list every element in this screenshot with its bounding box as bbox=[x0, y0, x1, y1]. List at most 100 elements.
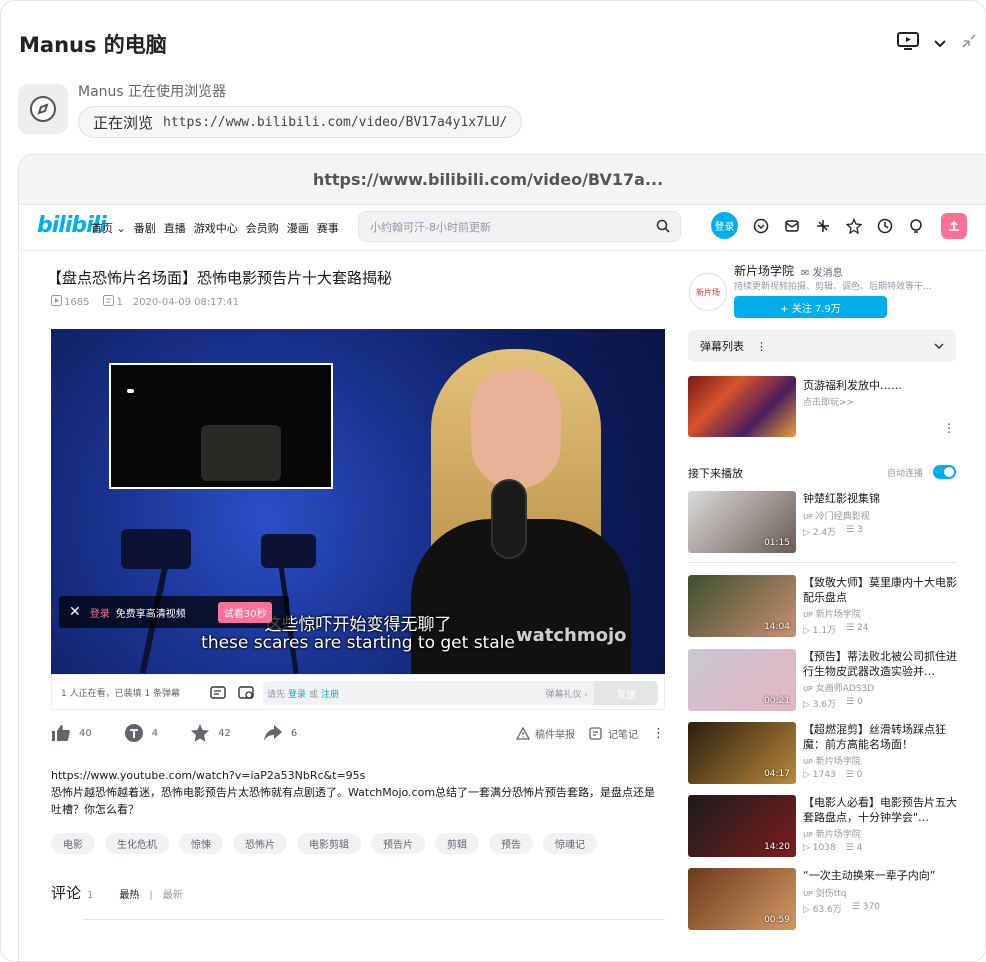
tag[interactable]: 恐怖片 bbox=[233, 833, 287, 854]
views-value: 1743 bbox=[812, 770, 836, 780]
recommend-author[interactable]: ᴜᴘ 冷门经典影视 bbox=[803, 509, 870, 522]
recommend-item[interactable]: 00:59 “一次主动换来一辈子内向” ᴜᴘ 剑伤ttq ▷ 63.6万 ☰ 370 bbox=[688, 868, 958, 930]
recommend-author[interactable]: ᴜᴘ 新片场学院 bbox=[803, 827, 861, 840]
favorite-icon[interactable] bbox=[845, 217, 863, 235]
danmaku-settings-icon[interactable] bbox=[238, 686, 254, 703]
avatar-text: 新片场 bbox=[696, 287, 720, 297]
danmaku-value: 4 bbox=[856, 843, 863, 853]
tag[interactable]: 电影剪辑 bbox=[297, 833, 361, 854]
recommend-thumbnail[interactable]: 01:15 bbox=[688, 491, 796, 553]
tag[interactable]: 剪辑 bbox=[435, 833, 479, 854]
divider bbox=[83, 919, 665, 920]
vip-icon[interactable] bbox=[752, 217, 770, 235]
uploader-avatar[interactable]: 新片场 bbox=[689, 273, 727, 311]
recommend-thumbnail[interactable]: 14:04 bbox=[688, 575, 796, 637]
recommend-title[interactable]: 钟楚红影视集锦 bbox=[803, 491, 958, 506]
trial-button[interactable]: 试看30秒 bbox=[217, 601, 273, 623]
chevron-down-icon[interactable] bbox=[933, 34, 947, 53]
ad-title[interactable]: 页游福利发放中…… bbox=[803, 377, 902, 393]
uploader-name[interactable]: 新片场学院 bbox=[734, 262, 794, 279]
recommend-title[interactable]: 【超燃混剪】丝滑转场踩点狂魔：前方高能名场面！ bbox=[803, 722, 958, 752]
agent-action-pill: 正在浏览 https://www.bilibili.com/video/BV17… bbox=[78, 106, 523, 138]
danmaku-count-icon bbox=[103, 295, 115, 309]
share-button[interactable]: 6 bbox=[263, 724, 297, 742]
coin-button[interactable]: 4 bbox=[124, 723, 158, 743]
report-button[interactable]: 稿件举报 bbox=[516, 726, 575, 741]
video-player[interactable]: 这些惊吓开始变得无聊了 these scares are starting to… bbox=[51, 329, 665, 674]
recommend-title[interactable]: “一次主动换来一辈子内向” bbox=[803, 868, 958, 883]
coin-count: 4 bbox=[151, 727, 159, 739]
danmaku-toggle-icon[interactable] bbox=[210, 686, 226, 703]
tag[interactable]: 电影 bbox=[51, 833, 95, 854]
recommend-item[interactable]: 14:04 【致敬大师】莫里康内十大电影配乐盘点 ᴜᴘ 新片场学院 ▷ 1.1万 ☰ 2… bbox=[688, 575, 958, 637]
recommend-author[interactable]: ᴜᴘ 女画师ADS3D bbox=[803, 681, 874, 694]
recommend-item[interactable]: 14:20 【电影人必看】电影预告片五大套路盘点，十分钟学会"… ᴜᴘ 新片场学院 ▷… bbox=[688, 795, 958, 857]
recommend-title[interactable]: 【预告】蒂法败北被公司抓住进行生物皮武器改造实验并… bbox=[803, 649, 958, 679]
nav-link[interactable]: 番剧 bbox=[134, 220, 156, 236]
notes-button[interactable]: 记笔记 bbox=[589, 726, 638, 741]
like-button[interactable]: 40 bbox=[51, 724, 92, 742]
follow-button[interactable]: + 关注 7.9万 bbox=[734, 296, 887, 318]
recommend-item[interactable]: 04:17 【超燃混剪】丝滑转场踩点狂魔：前方高能名场面！ ᴜᴘ 新片场学院 ▷ 17… bbox=[688, 722, 958, 784]
recommend-author[interactable]: ᴜᴘ 剑伤ttq bbox=[803, 886, 847, 899]
upload-button[interactable] bbox=[941, 213, 967, 239]
duration: 00:59 bbox=[764, 915, 790, 925]
frame-url: https://www.bilibili.com/video/BV17a... bbox=[19, 155, 985, 205]
recommend-item[interactable]: 01:15 钟楚红影视集锦 ᴜᴘ 冷门经典影视 ▷ 2.4万 ☰ 3 bbox=[688, 491, 958, 553]
history-icon[interactable] bbox=[876, 217, 894, 235]
danmaku-login-link[interactable]: 登录 bbox=[288, 687, 306, 700]
tag[interactable]: 预告片 bbox=[371, 833, 425, 854]
nav-link[interactable]: 漫画 bbox=[287, 220, 309, 236]
autoplay-label: 自动连播 bbox=[887, 469, 924, 479]
danmaku-list-toggle[interactable]: 弹幕列表 ⋮ bbox=[688, 330, 956, 362]
creation-icon[interactable] bbox=[907, 217, 925, 235]
mail-icon: ✉ bbox=[801, 268, 810, 279]
recommend-thumbnail[interactable]: 04:17 bbox=[688, 722, 796, 784]
search-input[interactable]: 小约翰可汗-8小时前更新 bbox=[358, 211, 681, 242]
message-icon[interactable] bbox=[783, 217, 801, 235]
recommend-thumbnail[interactable]: 00:21 bbox=[688, 649, 796, 711]
nav-link[interactable]: 首页 ⌄ bbox=[91, 220, 126, 236]
recommend-thumbnail[interactable]: 14:20 bbox=[688, 795, 796, 857]
ad-thumbnail[interactable] bbox=[688, 376, 796, 437]
tag[interactable]: 惊悚 bbox=[179, 833, 223, 854]
send-message-link[interactable]: ✉ 发消息 bbox=[801, 264, 843, 279]
danmaku-value: 370 bbox=[862, 902, 880, 912]
more-icon[interactable]: ⋮ bbox=[652, 726, 665, 741]
banner-login-link[interactable]: 登录 bbox=[90, 605, 110, 620]
tag[interactable]: 预告 bbox=[489, 833, 533, 854]
collapse-icon[interactable] bbox=[961, 33, 977, 53]
dynamic-icon[interactable] bbox=[814, 217, 832, 235]
nav-link[interactable]: 游戏中心 bbox=[194, 220, 238, 236]
autoplay-toggle[interactable] bbox=[933, 465, 956, 479]
description-link[interactable]: https://www.youtube.com/watch?v=iaP2a53N… bbox=[51, 767, 665, 784]
send-button[interactable]: 发送 bbox=[594, 681, 658, 705]
danmaku-list-menu[interactable]: ⋮ bbox=[756, 340, 767, 353]
sort-new[interactable]: 最新 bbox=[163, 886, 183, 901]
login-button[interactable]: 登录 bbox=[711, 212, 738, 239]
nav-link[interactable]: 会员购 bbox=[246, 220, 279, 236]
tag[interactable]: 生化危机 bbox=[105, 833, 169, 854]
favorite-button[interactable]: 42 bbox=[190, 723, 231, 743]
sort-hot[interactable]: 最热 bbox=[119, 886, 139, 901]
danmaku-input[interactable]: 请先 登录 或 注册 弹幕礼仪 › 发送 bbox=[263, 681, 658, 705]
danmaku-register-link[interactable]: 注册 bbox=[321, 687, 339, 700]
tag[interactable]: 惊魂记 bbox=[543, 833, 597, 854]
recommend-author[interactable]: ᴜᴘ 新片场学院 bbox=[803, 607, 861, 620]
nav-link[interactable]: 直播 bbox=[164, 220, 186, 236]
nav-link[interactable]: 赛事 bbox=[317, 220, 339, 236]
ad-subtitle[interactable]: 点击即玩>> bbox=[803, 395, 854, 408]
danmaku-etiquette-link[interactable]: 弹幕礼仪 › bbox=[546, 687, 588, 700]
screen-icon[interactable] bbox=[897, 31, 919, 55]
more-icon[interactable]: ⋮ bbox=[943, 421, 955, 435]
recommend-author[interactable]: ᴜᴘ 新片场学院 bbox=[803, 754, 861, 767]
views-value: 2.4万 bbox=[812, 528, 837, 538]
search-icon[interactable] bbox=[656, 219, 670, 236]
recommend-title[interactable]: 【电影人必看】电影预告片五大套路盘点，十分钟学会"… bbox=[803, 795, 958, 825]
recommend-title[interactable]: 【致敬大师】莫里康内十大电影配乐盘点 bbox=[803, 575, 958, 605]
up-icon: ᴜᴘ bbox=[803, 512, 816, 522]
close-icon[interactable]: ✕ bbox=[69, 604, 81, 620]
up-icon: ᴜᴘ bbox=[803, 610, 816, 620]
recommend-thumbnail[interactable]: 00:59 bbox=[688, 868, 796, 930]
recommend-item[interactable]: 00:21 【预告】蒂法败北被公司抓住进行生物皮武器改造实验并… ᴜᴘ 女画师ADS… bbox=[688, 649, 958, 711]
